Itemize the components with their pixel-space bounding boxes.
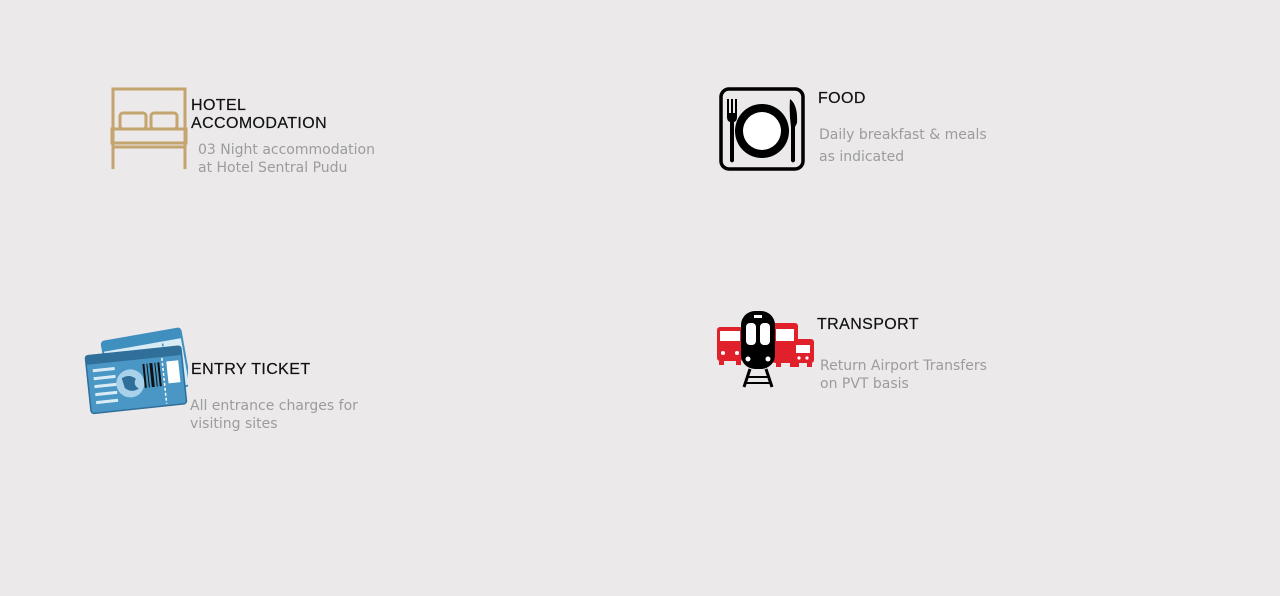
hotel-title-line2: ACCOMODATION [191, 115, 328, 132]
plate-cutlery-icon [719, 87, 805, 171]
transport-title: TRANSPORT [817, 316, 919, 333]
transport-description: Return Airport Transfers on PVT basis [820, 357, 987, 393]
hotel-desc-line2: at Hotel Sentral Pudu [198, 160, 348, 176]
food-desc-line1: Daily breakfast & meals [819, 127, 987, 143]
transport-desc-line2: on PVT basis [820, 376, 909, 392]
transport-icon [717, 311, 814, 388]
hotel-title: HOTEL ACCOMODATION [191, 97, 327, 133]
ticket-description: All entrance charges for visiting sites [190, 397, 358, 433]
ticket-title: ENTRY TICKET [191, 361, 311, 378]
hotel-desc-line1: 03 Night accommodation [198, 142, 375, 158]
ticket-desc-line1: All entrance charges for [190, 398, 358, 414]
food-desc-line2: as indicated [819, 149, 905, 165]
transport-desc-line1: Return Airport Transfers [820, 358, 987, 374]
ticket-icon [84, 327, 188, 415]
hotel-title-line1: HOTEL [191, 97, 247, 114]
food-description: Daily breakfast & meals as indicated [819, 124, 987, 168]
hotel-description: 03 Night accommodation at Hotel Sentral … [198, 141, 375, 177]
food-title: FOOD [818, 90, 866, 107]
bed-icon [110, 87, 188, 169]
ticket-desc-line2: visiting sites [190, 416, 278, 432]
